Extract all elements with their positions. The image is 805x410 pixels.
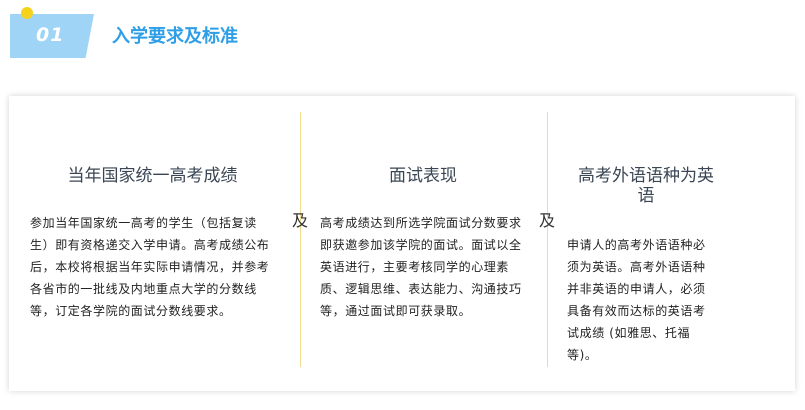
column-body-gaokao: 参加当年国家统一高考的学生（包括复读生）即有资格递交入学申请。高考成绩公布后，本… xyxy=(30,216,270,318)
connector-1: 及 xyxy=(292,211,309,230)
column-title-gaokao: 当年国家统一高考成绩 xyxy=(67,166,238,186)
divider-2 xyxy=(547,112,548,367)
column-body-interview: 高考成绩达到所选学院面试分数要求即获邀参加该学院的面试。面试以全英语进行，主要考… xyxy=(320,216,522,318)
divider-1 xyxy=(300,112,301,367)
column-title-interview: 面试表现 xyxy=(389,166,457,186)
yellow-dot-decoration xyxy=(21,7,33,19)
connector-2: 及 xyxy=(539,211,556,230)
column-body-english: 申请人的高考外语语种必须为英语。高考外语语种并非英语的申请人，必须具备有效而达标… xyxy=(567,238,706,362)
column-title-english: 高考外语语种为英语 xyxy=(578,166,714,206)
section-title: 入学要求及标准 xyxy=(112,26,238,47)
section-number: 01 xyxy=(36,24,65,46)
